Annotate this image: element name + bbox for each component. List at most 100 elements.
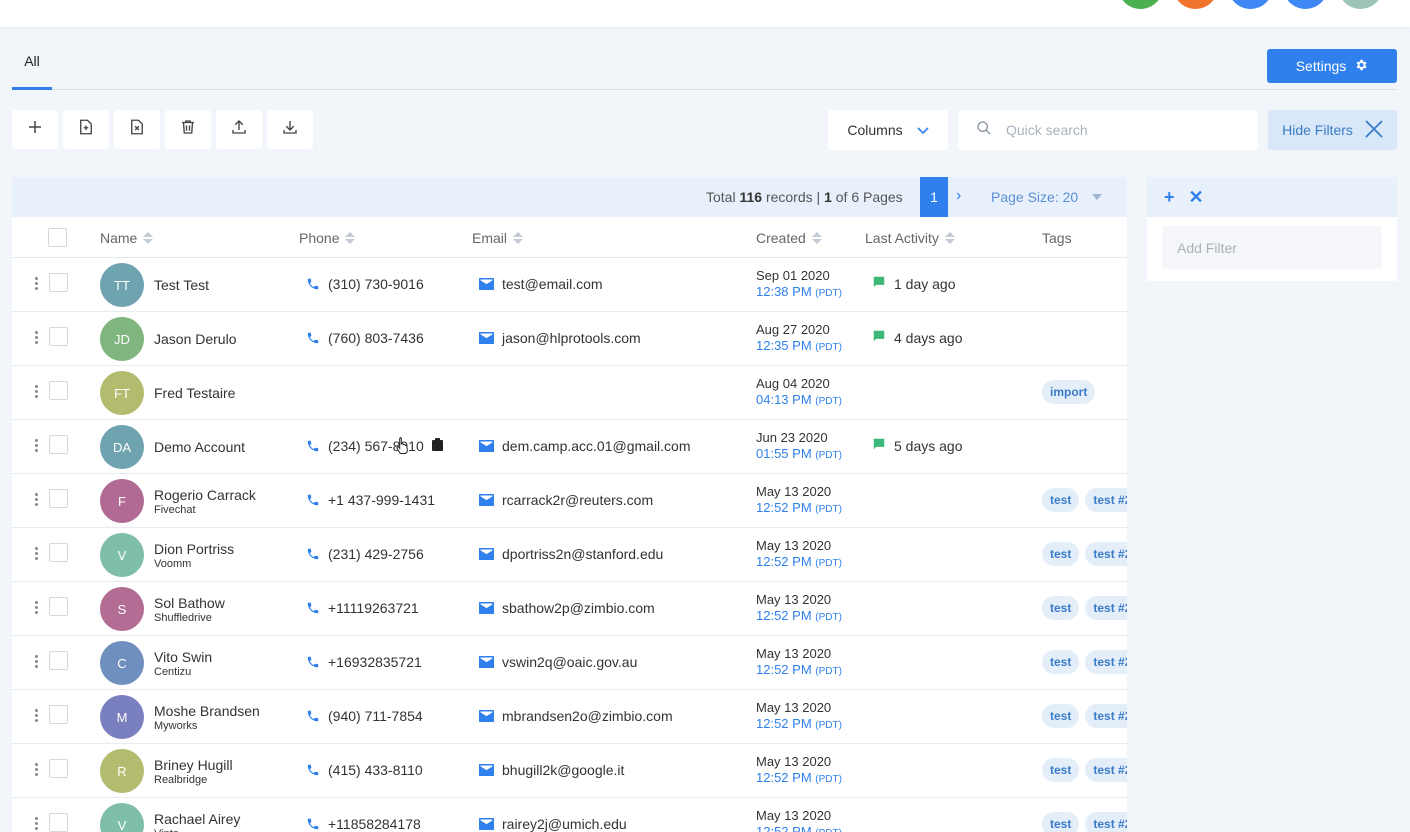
select-all-checkbox[interactable] xyxy=(48,228,67,247)
email-cell[interactable]: rcarrack2r@reuters.com xyxy=(479,492,653,508)
email-cell[interactable]: dportriss2n@stanford.edu xyxy=(479,546,663,562)
contact-name[interactable]: Demo Account xyxy=(154,439,245,455)
phone-number[interactable]: +16932835721 xyxy=(328,654,422,670)
email-address[interactable]: test@email.com xyxy=(502,276,603,292)
contact-name-cell[interactable]: Jason Derulo xyxy=(154,312,237,366)
page-1-button[interactable]: 1 xyxy=(920,177,948,217)
hide-filters-button[interactable]: Hide Filters xyxy=(1268,110,1397,150)
clipboard-icon[interactable] xyxy=(431,438,443,454)
phone-cell[interactable]: (231) 429-2756 xyxy=(306,546,424,562)
tag-badge[interactable]: test #2 xyxy=(1085,542,1127,566)
page-size-select[interactable]: Page Size: 20 xyxy=(991,189,1103,205)
table-row[interactable]: JD Jason Derulo (760) 803-7436 jason@hlprot… xyxy=(12,312,1127,366)
tab-all[interactable]: All xyxy=(12,44,52,90)
email-address[interactable]: jason@hlprotools.com xyxy=(502,330,641,346)
contact-name[interactable]: Rachael Airey xyxy=(154,811,240,827)
contact-name[interactable]: Vito Swin xyxy=(154,649,212,665)
tag-badge[interactable]: test xyxy=(1042,488,1080,512)
table-row[interactable]: V Dion Portriss Voomm (231) 429-2756 dportri… xyxy=(12,528,1127,582)
tag-badge[interactable]: test xyxy=(1042,542,1080,566)
contact-name[interactable]: Dion Portriss xyxy=(154,541,234,557)
contact-name[interactable]: Briney Hugill xyxy=(154,757,233,773)
tag-badge[interactable]: test xyxy=(1042,704,1080,728)
contact-name-cell[interactable]: Briney Hugill Realbridge xyxy=(154,744,233,798)
contact-name[interactable]: Rogerio Carrack xyxy=(154,487,256,503)
row-menu-icon[interactable] xyxy=(35,385,38,398)
email-address[interactable]: rcarrack2r@reuters.com xyxy=(502,492,653,508)
delete-button[interactable] xyxy=(165,110,211,149)
contact-name-cell[interactable]: Rachael AireyVinte xyxy=(154,798,240,832)
user-avatar[interactable] xyxy=(1338,0,1383,9)
phone-cell[interactable]: +11858284178 xyxy=(306,816,421,832)
tag-badge[interactable]: test #2 xyxy=(1085,488,1127,512)
row-menu-icon[interactable] xyxy=(35,277,38,290)
tag-badge[interactable]: test xyxy=(1042,758,1080,782)
phone-number[interactable]: (940) 711-7854 xyxy=(328,708,423,724)
row-menu-icon[interactable] xyxy=(35,493,38,506)
email-cell[interactable]: dem.camp.acc.01@gmail.com xyxy=(479,438,691,454)
table-row[interactable]: DA Demo Account (234) 567-8910 dem.camp.acc… xyxy=(12,420,1127,474)
user-avatar[interactable] xyxy=(1283,0,1328,9)
table-row[interactable]: M Moshe Brandsen Myworks (940) 711-7854 mbra… xyxy=(12,690,1127,744)
contact-name-cell[interactable]: Vito Swin Centizu xyxy=(154,636,212,690)
row-menu-icon[interactable] xyxy=(35,763,38,776)
email-address[interactable]: bhugill2k@google.it xyxy=(502,762,624,778)
column-name[interactable]: Name xyxy=(100,230,154,246)
email-cell[interactable]: rairey2j@umich.edu xyxy=(479,816,627,832)
contact-name-cell[interactable]: Sol Bathow Shuffledrive xyxy=(154,582,225,636)
settings-button[interactable]: Settings xyxy=(1267,49,1397,83)
column-created[interactable]: Created xyxy=(756,230,822,246)
phone-cell[interactable]: (760) 803-7436 xyxy=(306,330,424,346)
email-address[interactable]: dportriss2n@stanford.edu xyxy=(502,546,663,562)
table-row[interactable]: TT Test Test (310) 730-9016 test@email.com S… xyxy=(12,258,1127,312)
phone-cell[interactable]: (310) 730-9016 xyxy=(306,276,424,292)
contact-name[interactable]: Fred Testaire xyxy=(154,385,235,401)
row-menu-icon[interactable] xyxy=(35,709,38,722)
email-cell[interactable]: mbrandsen2o@zimbio.com xyxy=(479,708,673,724)
export-button[interactable] xyxy=(267,110,313,149)
phone-cell[interactable]: +1 437-999-1431 xyxy=(306,492,435,508)
row-menu-icon[interactable] xyxy=(35,439,38,452)
row-checkbox[interactable] xyxy=(49,543,68,562)
tag-badge[interactable]: import xyxy=(1042,380,1096,404)
user-avatar[interactable] xyxy=(1173,0,1218,9)
email-cell[interactable]: bhugill2k@google.it xyxy=(479,762,624,778)
email-address[interactable]: sbathow2p@zimbio.com xyxy=(502,600,655,616)
row-menu-icon[interactable] xyxy=(35,655,38,668)
import-button[interactable] xyxy=(216,110,262,149)
row-menu-icon[interactable] xyxy=(35,601,38,614)
row-checkbox[interactable] xyxy=(49,381,68,400)
search-input[interactable] xyxy=(1006,122,1226,138)
email-cell[interactable]: test@email.com xyxy=(479,276,603,292)
add-filter-field[interactable]: Add Filter xyxy=(1162,226,1382,269)
email-cell[interactable]: vswin2q@oaic.gov.au xyxy=(479,654,637,670)
contact-name[interactable]: Moshe Brandsen xyxy=(154,703,260,719)
phone-number[interactable]: +11858284178 xyxy=(328,816,421,832)
email-cell[interactable]: jason@hlprotools.com xyxy=(479,330,641,346)
remove-tag-button[interactable] xyxy=(114,110,160,149)
row-menu-icon[interactable] xyxy=(35,817,38,830)
close-icon[interactable]: ✕ xyxy=(1189,187,1204,208)
email-address[interactable]: dem.camp.acc.01@gmail.com xyxy=(502,438,691,454)
phone-cell[interactable]: (940) 711-7854 xyxy=(306,708,423,724)
contact-name-cell[interactable]: Fred Testaire xyxy=(154,366,235,420)
table-row[interactable]: F Rogerio Carrack Fivechat +1 437-999-1431 r… xyxy=(12,474,1127,528)
phone-cell[interactable]: +11119263721 xyxy=(306,600,419,616)
email-address[interactable]: vswin2q@oaic.gov.au xyxy=(502,654,637,670)
columns-dropdown[interactable]: Columns xyxy=(828,110,948,150)
row-checkbox[interactable] xyxy=(49,597,68,616)
row-checkbox[interactable] xyxy=(49,273,68,292)
contact-name-cell[interactable]: Demo Account xyxy=(154,420,245,474)
contact-name[interactable]: Sol Bathow xyxy=(154,595,225,611)
user-avatar[interactable] xyxy=(1228,0,1273,9)
row-checkbox[interactable] xyxy=(49,759,68,778)
contact-name-cell[interactable]: Rogerio Carrack Fivechat xyxy=(154,474,256,528)
row-checkbox[interactable] xyxy=(49,489,68,508)
contact-name-cell[interactable]: Dion Portriss Voomm xyxy=(154,528,234,582)
column-email[interactable]: Email xyxy=(472,230,524,246)
phone-number[interactable]: (760) 803-7436 xyxy=(328,330,424,346)
phone-number[interactable]: (415) 433-8110 xyxy=(328,762,423,778)
user-avatar[interactable] xyxy=(1118,0,1163,9)
phone-number[interactable]: (231) 429-2756 xyxy=(328,546,424,562)
plus-icon[interactable]: + xyxy=(1164,187,1175,208)
